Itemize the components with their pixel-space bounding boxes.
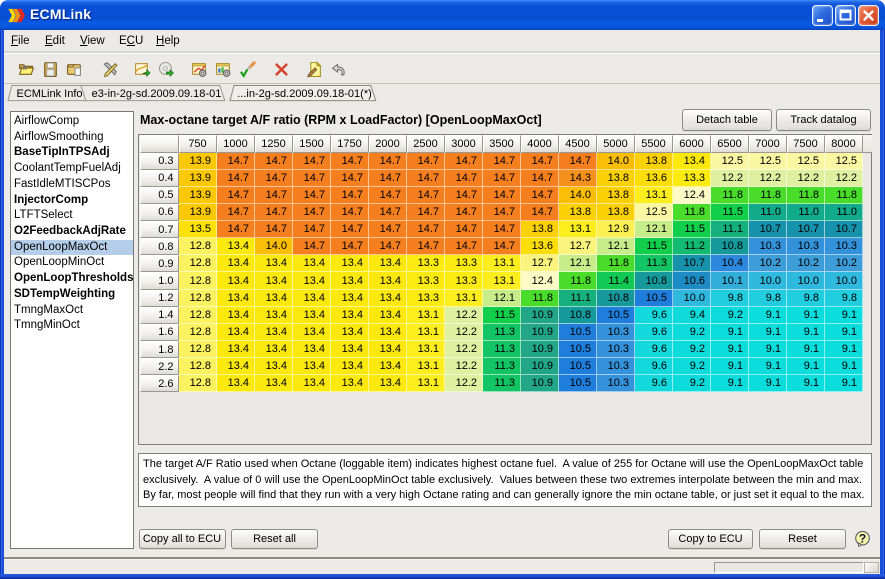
svg-text:?: ? <box>859 531 866 545</box>
